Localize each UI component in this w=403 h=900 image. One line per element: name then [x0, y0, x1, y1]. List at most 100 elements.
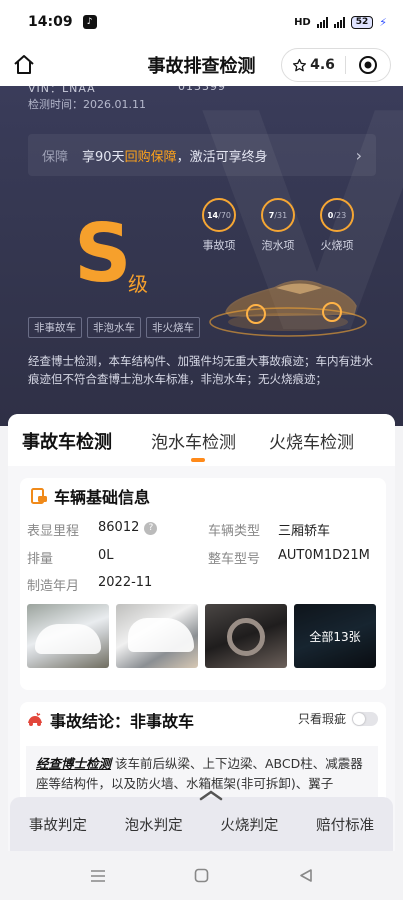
- tag-non-accident: 非事故车: [28, 317, 82, 338]
- photos-more-label: 全部13张: [294, 604, 376, 668]
- charging-icon: ⚡: [379, 15, 387, 29]
- inspection-summary: 经查博士检测，本车结构件、加强件均无重大事故痕迹；车内有进水痕迹但不符合查博士泡…: [28, 354, 373, 386]
- vehicle-photo-rear[interactable]: [116, 604, 198, 668]
- mileage-value-wrap: 86012?: [98, 520, 158, 535]
- grade-suffix: 级: [128, 272, 148, 296]
- toggle-knob: [353, 712, 365, 725]
- back-triangle-icon[interactable]: [296, 866, 316, 886]
- inspection-tabs: 事故车检测 泡水车检测 火烧车检测: [8, 414, 395, 466]
- inspection-date: 检测时间：2026.01.11: [28, 98, 146, 111]
- vehicle-info-header: 车辆基础信息: [30, 484, 150, 508]
- menu-icon[interactable]: [88, 866, 108, 886]
- car-silhouette: [35, 624, 101, 654]
- target-icon: [359, 56, 377, 74]
- displacement-row: 排量: [27, 548, 53, 567]
- home-icon[interactable]: [12, 53, 36, 77]
- displacement-value: 0L: [98, 548, 114, 563]
- conclusion-title: 事故结论：非事故车: [50, 712, 195, 731]
- ring-flood: 7/31 泡水项: [261, 198, 295, 253]
- warranty-banner[interactable]: 保障 享90天回购保障，激活可享终身 ›: [28, 134, 376, 176]
- vehicle-info-title: 车辆基础信息: [54, 488, 151, 507]
- report-hero: V VIN：LNAA 013399 检测时间：2026.01.11 保障 享90…: [0, 86, 403, 426]
- type-value: 三厢轿车: [278, 524, 331, 539]
- defects-only-label: 只看瑕疵: [297, 712, 346, 726]
- tab-fire[interactable]: 火烧车检测: [269, 428, 354, 453]
- home-square-icon[interactable]: [192, 866, 212, 886]
- ring-total: /23: [333, 210, 347, 220]
- star-icon: [293, 58, 307, 71]
- ring-label: 事故项: [202, 239, 236, 252]
- mileage-value: 86012: [98, 520, 140, 535]
- ring-total: /31: [274, 210, 288, 220]
- type-label: 车辆类型: [208, 524, 261, 539]
- ring-fire: 0/23 火烧项: [320, 198, 354, 253]
- nav-flood-judgment[interactable]: 泡水判定: [106, 814, 202, 835]
- chevron-up-svg: [199, 790, 223, 801]
- result-tags: 非事故车 非泡水车 非火烧车: [28, 317, 200, 338]
- model-label: 整车型号: [208, 552, 261, 567]
- vehicle-photo-interior[interactable]: [205, 604, 287, 668]
- tab-flood[interactable]: 泡水车检测: [151, 428, 236, 453]
- ring-value: 14: [206, 210, 219, 220]
- displacement-label: 排量: [27, 552, 54, 567]
- steering-wheel: [227, 618, 265, 656]
- model-value: AUT0M1D21M: [278, 548, 370, 563]
- battery-level: 52: [355, 17, 369, 27]
- app-header: 事故排查检测 4.6: [0, 44, 403, 86]
- manufacture-date-value: 2022-11: [98, 575, 153, 590]
- nav-fire-judgment[interactable]: 火烧判定: [202, 814, 298, 835]
- chevron-right-icon: ›: [355, 145, 362, 165]
- mileage-label: 表显里程: [27, 524, 80, 539]
- warranty-pre: 享90天: [82, 149, 125, 165]
- car-hologram-illustration: [209, 280, 367, 337]
- photo-strip: 全部13张: [27, 604, 376, 668]
- vehicle-photo-front[interactable]: [27, 604, 109, 668]
- warranty-post: ，激活可享终身: [176, 149, 268, 165]
- model-row: 整车型号: [208, 548, 260, 567]
- tab-indicator: [191, 458, 205, 462]
- conclusion-header: 事故结论：非事故车: [26, 708, 194, 732]
- car-crash-icon: [28, 712, 42, 726]
- chevron-up-icon[interactable]: [196, 789, 226, 805]
- bottom-nav: 事故判定 泡水判定 火烧判定 赔付标准: [10, 790, 393, 851]
- grade-letter: S: [74, 207, 132, 300]
- tab-accident[interactable]: 事故车检测: [22, 428, 112, 454]
- vehicle-photo-more[interactable]: 全部13张: [294, 604, 376, 668]
- tag-non-fire: 非火烧车: [146, 317, 200, 338]
- vehicle-info-card: 车辆基础信息 表显里程 86012? 车辆类型 三厢轿车 排量 0L 整车型号 …: [20, 478, 386, 690]
- tag-non-flood: 非泡水车: [87, 317, 141, 338]
- mileage-row: 表显里程: [27, 520, 79, 539]
- warranty-label: 保障: [42, 149, 69, 165]
- manufacture-date-label: 制造年月: [27, 579, 80, 594]
- nav-accident-judgment[interactable]: 事故判定: [10, 814, 106, 835]
- vin-tail: 013399: [178, 86, 226, 93]
- rating-button[interactable]: 4.6: [282, 57, 345, 73]
- warranty-highlight: 回购保障: [124, 149, 177, 165]
- car-silhouette: [128, 618, 194, 652]
- defects-only-toggle[interactable]: [352, 711, 378, 726]
- close-miniapp-button[interactable]: [346, 55, 390, 75]
- date-value-wrap: 2022-11: [98, 575, 152, 590]
- rating-value: 4.6: [310, 57, 335, 73]
- status-time: 14:09: [28, 14, 73, 30]
- signal-icon-2: [333, 16, 345, 28]
- network-hd-label: HD: [294, 16, 311, 28]
- ring-circle: 7/31: [261, 198, 295, 232]
- inspection-rings: 14/70 事故项 7/31 泡水项 0/23 火烧项: [202, 198, 354, 253]
- nav-compensation-standard[interactable]: 赔付标准: [297, 814, 393, 835]
- ring-circle: 0/23: [320, 198, 354, 232]
- tiktok-icon: ♪: [82, 15, 97, 29]
- warranty-text: 享90天回购保障，激活可享终身: [82, 146, 268, 165]
- status-bar: 14:09 ♪ HD 52 ⚡: [0, 0, 403, 44]
- date-row: 制造年月: [27, 575, 79, 594]
- type-row: 车辆类型: [208, 520, 260, 539]
- signal-icon: [316, 16, 328, 28]
- help-icon[interactable]: ?: [144, 522, 158, 535]
- ring-circle: 14/70: [202, 198, 236, 232]
- model-value-wrap: AUT0M1D21M: [278, 548, 370, 563]
- ring-accident: 14/70 事故项: [202, 198, 236, 253]
- defects-only-filter: 只看瑕疵: [298, 710, 378, 727]
- type-value-wrap: 三厢轿车: [278, 520, 330, 539]
- ring-total: /70: [218, 210, 231, 220]
- ring-label: 泡水项: [261, 239, 295, 252]
